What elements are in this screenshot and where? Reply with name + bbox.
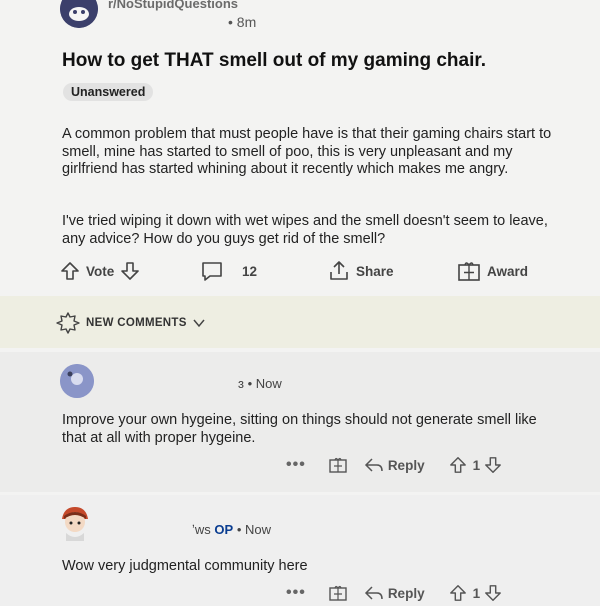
reply-arrow-icon[interactable] [364, 585, 384, 601]
comment-1-avatar[interactable] [60, 364, 94, 398]
upvote-arrow-icon[interactable] [449, 584, 467, 602]
reply-arrow-icon[interactable] [364, 457, 384, 473]
post-time: • 8m [228, 14, 257, 30]
post-body-paragraph-2: I've tried wiping it down with wet wipes… [62, 213, 548, 247]
comment-1-actions: ••• Reply 1 [286, 454, 502, 476]
upvote-arrow-icon[interactable] [60, 261, 80, 281]
comment-2-score: 1 [472, 585, 481, 601]
chevron-down-icon [193, 318, 205, 328]
comment-count: 12 [242, 263, 258, 279]
comments-button[interactable]: 12 [200, 258, 257, 284]
sparkle-badge-icon [56, 312, 80, 334]
comment-bubble-icon [200, 260, 224, 282]
share-button[interactable]: Share [328, 258, 394, 284]
more-options-button[interactable]: ••• [286, 584, 306, 602]
post-action-bar: Vote 12 Share Award [60, 258, 550, 284]
share-label: Share [356, 263, 394, 279]
award-gift-icon[interactable] [328, 584, 348, 602]
subreddit-avatar[interactable] [60, 0, 98, 28]
vote-control: Vote [60, 258, 140, 284]
comment-2-author[interactable]: ʼws [192, 522, 211, 537]
new-comments-label: NEW COMMENTS [86, 317, 187, 329]
vote-label: Vote [86, 263, 115, 279]
upvote-arrow-icon[interactable] [449, 456, 467, 474]
comment-2-time: • Now [236, 522, 271, 537]
downvote-arrow-icon[interactable] [484, 584, 502, 602]
award-gift-icon [457, 260, 481, 282]
comment-2-avatar[interactable] [58, 505, 92, 541]
post-flair-badge[interactable]: Unanswered [63, 83, 154, 101]
award-button[interactable]: Award [457, 258, 528, 284]
post-body-paragraph-1: A common problem that must people have i… [62, 126, 552, 177]
comment-1-text: Improve your own hygeine, sitting on thi… [62, 412, 537, 446]
op-badge: OP [214, 522, 234, 537]
new-comments-toggle[interactable]: NEW COMMENTS [56, 312, 205, 334]
comment-1-score: 1 [472, 457, 481, 473]
comment-1-meta: ɜ • Now [238, 376, 282, 391]
reply-button[interactable]: Reply [388, 458, 425, 473]
comment-2-actions: ••• Reply 1 [286, 582, 502, 604]
comment-2-meta: ʼws OP • Now [192, 522, 271, 537]
reply-button[interactable]: Reply [388, 586, 425, 601]
downvote-arrow-icon[interactable] [120, 261, 140, 281]
post-title: How to get THAT smell out of my gaming c… [62, 50, 487, 71]
award-gift-icon[interactable] [328, 456, 348, 474]
subreddit-name[interactable]: r/NoStupidQuestions [108, 0, 238, 11]
share-icon [328, 260, 350, 282]
more-options-button[interactable]: ••• [286, 456, 306, 474]
comment-2-text: Wow very judgmental community here [62, 558, 308, 574]
award-label: Award [487, 263, 529, 279]
downvote-arrow-icon[interactable] [484, 456, 502, 474]
